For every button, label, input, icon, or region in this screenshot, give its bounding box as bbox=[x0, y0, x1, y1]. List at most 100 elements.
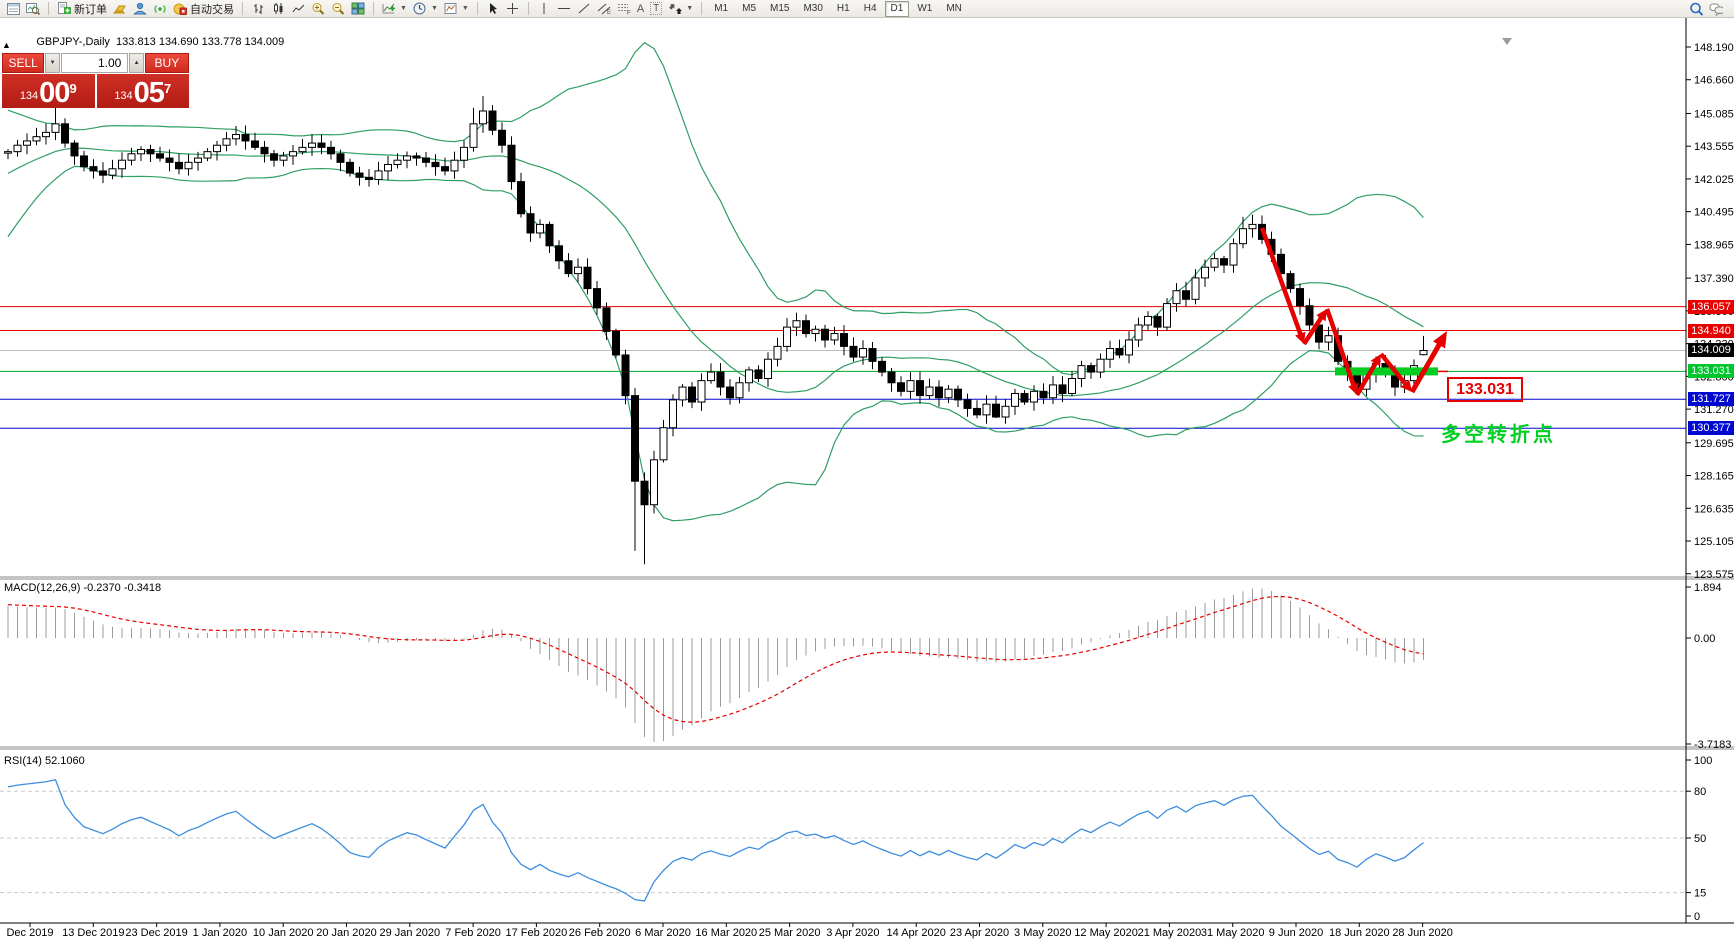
svg-text:3 May 2020: 3 May 2020 bbox=[1014, 927, 1071, 939]
price-line-badge: 134.940 bbox=[1688, 324, 1734, 338]
svg-text:10 Jan 2020: 10 Jan 2020 bbox=[253, 927, 314, 939]
svg-text:18 Jun 2020: 18 Jun 2020 bbox=[1329, 927, 1390, 939]
svg-text:9 Jun 2020: 9 Jun 2020 bbox=[1269, 927, 1323, 939]
buy-button[interactable]: BUY bbox=[145, 53, 189, 73]
svg-text:23 Dec 2019: 23 Dec 2019 bbox=[125, 927, 187, 939]
timeframe-toolbar: M1M5M15M30H1H4D1W1MN bbox=[704, 0, 972, 17]
mt4-terminal: 新订单 自动交易 ▼ ▼ ▼ bbox=[0, 0, 1734, 948]
buy-price-big: 05 bbox=[134, 80, 164, 106]
tile-windows-button[interactable] bbox=[348, 1, 368, 17]
profiles-icon bbox=[26, 2, 40, 15]
svg-text:125.105: 125.105 bbox=[1694, 536, 1734, 548]
svg-text:148.190: 148.190 bbox=[1694, 42, 1734, 54]
text-tool-icon: A bbox=[637, 3, 644, 15]
toolbar-separator bbox=[242, 2, 243, 15]
candlestick-chart-icon bbox=[271, 2, 285, 15]
line-chart-icon bbox=[291, 2, 305, 15]
community-icon bbox=[133, 2, 147, 15]
channel-tool-button[interactable]: E bbox=[594, 1, 614, 17]
svg-text:146.660: 146.660 bbox=[1694, 75, 1734, 87]
trendline-tool-button[interactable] bbox=[574, 1, 594, 17]
one-click-collapse-icon[interactable]: ▲ bbox=[2, 40, 11, 50]
periods-button[interactable]: ▼ bbox=[410, 1, 441, 17]
svg-text:1.894: 1.894 bbox=[1694, 582, 1722, 594]
svg-text:23 Apr 2020: 23 Apr 2020 bbox=[950, 927, 1009, 939]
buy-price-panel[interactable]: 134 05 7 bbox=[97, 74, 190, 108]
zoom-out-button[interactable] bbox=[328, 1, 348, 17]
fibonacci-tool-button[interactable]: F bbox=[614, 1, 634, 17]
svg-text:126.635: 126.635 bbox=[1694, 503, 1734, 515]
fibonacci-icon: F bbox=[617, 2, 631, 15]
chevron-down-icon: ▼ bbox=[431, 5, 438, 12]
chart-canvas[interactable]: 148.190146.660145.085143.555142.025140.4… bbox=[0, 18, 1734, 948]
cursor-tool-button[interactable] bbox=[483, 1, 503, 17]
indicators-button[interactable]: ▼ bbox=[379, 1, 410, 17]
equidistant-channel-icon: E bbox=[597, 2, 611, 15]
svg-text:E: E bbox=[607, 10, 611, 15]
price-callout-box[interactable]: 133.031 bbox=[1447, 377, 1523, 402]
signals-button[interactable] bbox=[150, 1, 170, 17]
chevron-down-icon: ▼ bbox=[400, 5, 407, 12]
volume-increase-button[interactable]: ▲ bbox=[129, 53, 143, 73]
timeframe-button-m30[interactable]: M30 bbox=[797, 1, 828, 17]
search-button[interactable] bbox=[1686, 1, 1706, 17]
vertical-line-tool-button[interactable] bbox=[534, 1, 554, 17]
profiles-button[interactable] bbox=[23, 1, 43, 17]
svg-text:20 Jan 2020: 20 Jan 2020 bbox=[316, 927, 377, 939]
svg-text:50: 50 bbox=[1694, 833, 1706, 845]
sell-button[interactable]: SELL bbox=[2, 53, 44, 73]
svg-text:143.555: 143.555 bbox=[1694, 141, 1734, 153]
volume-input[interactable]: 1.00 bbox=[61, 53, 129, 73]
chart-window-icon bbox=[6, 2, 20, 15]
tile-windows-icon bbox=[351, 2, 365, 15]
svg-text:13 Dec 2019: 13 Dec 2019 bbox=[62, 927, 124, 939]
svg-text:31 May 2020: 31 May 2020 bbox=[1201, 927, 1265, 939]
bar-chart-button[interactable] bbox=[248, 1, 268, 17]
templates-button[interactable]: ▼ bbox=[441, 1, 472, 17]
line-chart-button[interactable] bbox=[288, 1, 308, 17]
timeframe-button-h4[interactable]: H4 bbox=[858, 1, 883, 17]
crosshair-tool-button[interactable] bbox=[503, 1, 523, 17]
timeframe-button-w1[interactable]: W1 bbox=[911, 1, 938, 17]
volume-decrease-button[interactable]: ▼ bbox=[45, 53, 59, 73]
timeframe-button-d1[interactable]: D1 bbox=[885, 1, 910, 17]
zoom-in-button[interactable] bbox=[308, 1, 328, 17]
price-line-badge: 134.009 bbox=[1688, 343, 1734, 357]
svg-text:1 Jan 2020: 1 Jan 2020 bbox=[193, 927, 247, 939]
horizontal-line-icon bbox=[557, 2, 571, 15]
horizontal-line-tool-button[interactable] bbox=[554, 1, 574, 17]
chart-shift-marker[interactable] bbox=[1502, 38, 1512, 45]
community-button[interactable] bbox=[130, 1, 150, 17]
new-order-button[interactable]: 新订单 bbox=[54, 1, 110, 17]
timeframe-button-mn[interactable]: MN bbox=[940, 1, 968, 17]
text-tool-button[interactable]: A bbox=[634, 1, 647, 17]
autotrading-button[interactable]: 自动交易 bbox=[170, 1, 237, 17]
toolbar-separator bbox=[477, 2, 478, 15]
gold-icon bbox=[113, 2, 127, 15]
candlestick-chart-button[interactable] bbox=[268, 1, 288, 17]
crosshair-icon bbox=[506, 2, 520, 15]
chevron-down-icon: ▼ bbox=[686, 5, 693, 12]
timeframe-button-m15[interactable]: M15 bbox=[764, 1, 795, 17]
new-chart-button[interactable] bbox=[3, 1, 23, 17]
svg-text:28 Jun 2020: 28 Jun 2020 bbox=[1392, 927, 1453, 939]
zoom-in-icon bbox=[311, 2, 325, 15]
svg-text:140.495: 140.495 bbox=[1694, 207, 1734, 219]
timeframe-button-m5[interactable]: M5 bbox=[736, 1, 762, 17]
timeframe-button-m1[interactable]: M1 bbox=[708, 1, 734, 17]
periods-icon bbox=[413, 2, 427, 15]
timeframe-button-h1[interactable]: H1 bbox=[831, 1, 856, 17]
price-line-badge: 133.031 bbox=[1688, 364, 1734, 378]
chat-button[interactable] bbox=[1706, 1, 1726, 17]
sell-price-panel[interactable]: 134 00 9 bbox=[2, 74, 95, 108]
deposit-button[interactable] bbox=[110, 1, 130, 17]
chart-window[interactable]: 148.190146.660145.085143.555142.025140.4… bbox=[0, 18, 1734, 948]
autotrading-icon bbox=[173, 2, 187, 15]
price-line-badge: 130.377 bbox=[1688, 421, 1734, 435]
chevron-down-icon: ▼ bbox=[462, 5, 469, 12]
svg-text:0: 0 bbox=[1694, 911, 1700, 923]
label-tool-button[interactable]: T bbox=[647, 1, 665, 17]
pivot-annotation-text[interactable]: 多空转折点 bbox=[1441, 418, 1556, 447]
svg-text:12 May 2020: 12 May 2020 bbox=[1074, 927, 1138, 939]
arrows-tool-button[interactable]: ▼ bbox=[665, 1, 696, 17]
